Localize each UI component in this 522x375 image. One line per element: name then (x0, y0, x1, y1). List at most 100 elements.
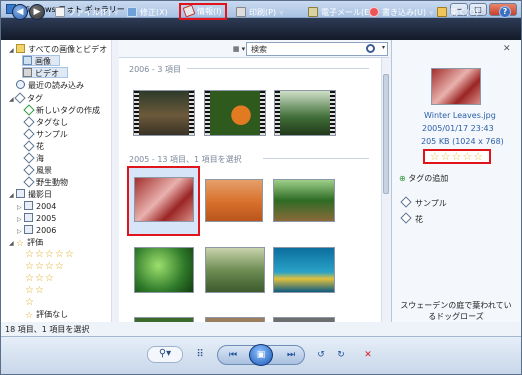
sidebar-item-label: すべての画像とビデオ (28, 45, 108, 54)
file-menu-button[interactable]: ファイル(F) ▼ (52, 5, 121, 20)
sidebar-item-recent-imports[interactable]: 最近の読み込み (16, 80, 84, 91)
navigation-scrollbar[interactable] (111, 40, 118, 322)
sidebar-item-year-2004[interactable]: ▷ 2004 (17, 201, 56, 212)
open-label: 開く(O) (450, 8, 479, 17)
group-header-2005[interactable]: 2005 - 13 項目、1 項目を選択 (129, 154, 242, 165)
rating-filter-1-star[interactable]: ☆ (25, 297, 35, 309)
chevron-down-icon: ▼ (481, 10, 487, 17)
sidebar-item-tag-landscape[interactable]: 風景 (23, 164, 52, 176)
search-input[interactable]: 検索 (251, 44, 267, 55)
video-thumbnail[interactable] (204, 90, 266, 136)
burn-menu-button[interactable]: 書き込み(U) ▼ (366, 5, 437, 20)
photo-thumbnail[interactable] (134, 247, 194, 293)
file-name[interactable]: Winter Leaves.jpg (424, 111, 496, 120)
info-tag-item[interactable]: 花 (400, 212, 423, 225)
printer-icon (236, 7, 246, 17)
info-tag-item[interactable]: サンプル (400, 196, 447, 209)
photo-thumbnail[interactable] (205, 317, 265, 322)
rotate-left-icon[interactable]: ↺ (314, 348, 328, 362)
group-divider (187, 68, 369, 69)
video-thumbnail[interactable] (274, 90, 336, 136)
grid-view-icon[interactable]: ⠿ (194, 348, 206, 362)
sidebar-item-tag-sea[interactable]: 海 (23, 152, 44, 164)
search-box[interactable]: 検索 ▾ (246, 42, 388, 56)
calendar-icon (24, 225, 33, 234)
sidebar-item-label: タグ (27, 94, 43, 103)
info-tag-label: サンプル (415, 199, 447, 208)
sidebar-item-tags[interactable]: ◢ タグ (9, 92, 43, 104)
sidebar-item-label: ビデオ (35, 69, 59, 78)
delete-icon[interactable]: ✕ (361, 348, 375, 362)
chevron-down-icon: ▼ (113, 10, 119, 17)
folder-open-icon (437, 7, 447, 17)
sidebar-item-date-taken[interactable]: ◢ 撮影日 (9, 189, 52, 200)
rating-filter-3-stars[interactable]: ☆☆☆ (25, 273, 55, 285)
collapse-icon[interactable]: ◢ (9, 45, 16, 56)
print-menu-button[interactable]: 印刷(P) ▼ (233, 5, 287, 20)
rating-filter-2-stars[interactable]: ☆☆ (25, 285, 45, 297)
sidebar-item-year-2005[interactable]: ▷ 2005 (17, 213, 56, 224)
sort-menu-button[interactable]: ▦ ▾ (232, 44, 246, 54)
file-label: ファイル(F) (68, 8, 111, 17)
tag-icon (14, 92, 26, 104)
photo-thumbnail[interactable] (205, 179, 263, 222)
forward-button[interactable]: ▶ (29, 4, 45, 20)
back-button[interactable]: ◀ (12, 4, 28, 20)
add-tag-link[interactable]: ⊕ タグの追加 (399, 173, 448, 184)
date-taken[interactable]: 2005/01/17 23:43 (422, 124, 494, 133)
expand-icon[interactable]: ▷ (17, 202, 24, 213)
sidebar-item-all[interactable]: ◢ すべての画像とビデオ (9, 44, 107, 55)
search-icon[interactable] (366, 44, 375, 53)
photo-thumbnail[interactable] (273, 179, 335, 222)
email-button[interactable]: 電子メール(E) (305, 5, 375, 20)
photo-thumbnail[interactable] (273, 317, 335, 322)
star-icon: ☆ (25, 311, 34, 321)
sidebar-item-rating[interactable]: ◢ ☆ 評価 (9, 237, 43, 249)
help-icon[interactable]: ? (499, 6, 511, 18)
sidebar-item-year-2006[interactable]: ▷ 2006 (17, 225, 56, 236)
sidebar-item-unrated[interactable]: ☆ 評価なし (25, 309, 68, 321)
sidebar-item-label: 2005 (36, 214, 57, 223)
chevron-down-icon[interactable]: ▾ (382, 44, 385, 51)
tag-icon (23, 116, 35, 128)
previous-icon[interactable]: ⏮ (226, 348, 240, 362)
sidebar-item-create-tag[interactable]: 新しいタグの作成 (23, 104, 100, 116)
rotate-right-icon[interactable]: ↻ (334, 348, 348, 362)
sidebar-item-label: 野生動物 (36, 178, 68, 187)
content-scrollbar[interactable] (381, 58, 390, 322)
collapse-icon[interactable]: ◢ (9, 190, 16, 201)
expand-icon[interactable]: ▷ (17, 226, 24, 237)
sidebar-item-videos[interactable]: ビデオ (22, 67, 68, 78)
file-size: 205 KB (1024 x 768) (421, 137, 504, 146)
group-header-2006[interactable]: 2006 - 3 項目 (129, 64, 181, 75)
photo-thumbnail[interactable] (273, 247, 335, 293)
photo-gallery-window: Windows フォト ギャラリー ─ □ ✕ ◀ ▶ ファイル(F)▼ 修正(… (0, 0, 522, 375)
video-thumbnail[interactable] (133, 90, 195, 136)
sidebar-item-pictures[interactable]: 画像 (22, 55, 60, 66)
sidebar-item-untagged[interactable]: タグなし (23, 116, 68, 128)
calendar-icon (24, 201, 33, 210)
expand-icon[interactable]: ▷ (17, 214, 24, 225)
rating-filter-5-stars[interactable]: ☆☆☆☆☆ (25, 249, 75, 261)
zoom-button[interactable]: ⚲▾ (147, 346, 183, 363)
close-pane-icon[interactable]: ✕ (503, 44, 511, 54)
sidebar-item-tag-wildlife[interactable]: 野生動物 (23, 176, 68, 188)
photo-caption[interactable]: スウェーデンの庭で葉われているドッグローズ (398, 300, 514, 322)
sidebar-item-tag-flower[interactable]: 花 (23, 140, 44, 152)
info-button[interactable]: 情報(I) (179, 3, 227, 20)
fix-button[interactable]: 修正(X) (124, 5, 171, 20)
photo-thumbnail-selected[interactable] (134, 177, 194, 222)
tag-icon (23, 140, 35, 152)
sidebar-item-tag-sample[interactable]: サンプル (23, 128, 68, 140)
next-icon[interactable]: ⏭ (284, 348, 298, 362)
rating-filter-4-stars[interactable]: ☆☆☆☆ (25, 261, 65, 273)
sidebar-item-label: 花 (36, 142, 44, 151)
slideshow-button[interactable]: ▣ (249, 344, 273, 366)
star-rating-control[interactable]: ☆☆☆☆☆ (423, 149, 491, 164)
photo-thumbnail[interactable] (205, 247, 265, 293)
collapse-icon[interactable]: ◢ (9, 238, 16, 249)
scrollbar-thumb[interactable] (383, 74, 389, 194)
photo-thumbnail[interactable] (134, 317, 194, 322)
tag-icon (400, 196, 412, 208)
open-menu-button[interactable]: 開く(O) ▼ (434, 5, 489, 20)
